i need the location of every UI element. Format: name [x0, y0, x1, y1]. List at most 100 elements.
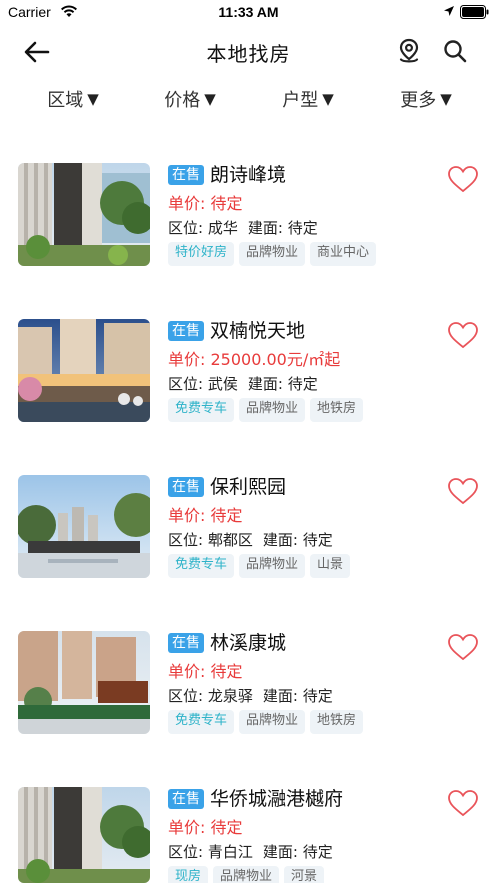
heart-icon: [448, 790, 478, 817]
filter-price[interactable]: 价格 ▼: [145, 84, 235, 114]
district-value: 龙泉驿: [207, 687, 253, 705]
district-label: 区位:: [168, 843, 204, 861]
sale-status-badge: 在售: [168, 477, 204, 497]
tag: 地铁房: [310, 710, 364, 734]
district-value: 郫都区: [207, 531, 253, 549]
sale-status-badge: 在售: [168, 321, 204, 341]
listing-name: 保利熙园: [210, 476, 287, 498]
info-row: 区位: 成华 建面: 待定: [168, 217, 318, 239]
tags-row: 特价好房 品牌物业 商业中心: [168, 242, 377, 266]
tag: 免费专车: [168, 398, 235, 422]
listing-name: 华侨城瀜港樾府: [210, 788, 344, 810]
listing-photo: [18, 163, 150, 266]
info-row: 区位: 龙泉驿 建面: 待定: [168, 685, 333, 707]
tag: 品牌物业: [239, 242, 306, 266]
tags-row: 免费专车 品牌物业 地铁房: [168, 710, 364, 734]
listing-photo: [18, 787, 150, 883]
district-label: 区位:: [168, 687, 204, 705]
district-label: 区位:: [168, 375, 204, 393]
district-value: 青白江: [207, 843, 253, 861]
listing-item[interactable]: 在售 朗诗峰境 单价: 待定 区位: 成华 建面: 待定 特价好房 品牌物业 商业…: [0, 163, 497, 283]
tag: 商业中心: [310, 242, 377, 266]
location-arrow-icon: [444, 6, 454, 16]
listing-photo: [18, 319, 150, 422]
tag: 品牌物业: [239, 710, 306, 734]
heart-icon: [448, 634, 478, 661]
nav-bar: 本地找房: [0, 30, 497, 74]
listing-photo: [18, 631, 150, 734]
sale-status-badge: 在售: [168, 789, 204, 809]
listing-item[interactable]: 在售 华侨城瀜港樾府 单价: 待定 区位: 青白江 建面: 待定 现房 品牌物业 …: [0, 787, 497, 883]
sale-status-badge: 在售: [168, 633, 204, 653]
heart-icon: [448, 478, 478, 505]
map-pin-icon: [399, 38, 419, 63]
map-button[interactable]: [394, 36, 424, 66]
filter-district[interactable]: 区域 ▼: [28, 84, 118, 114]
listing-name: 双楠悦天地: [210, 320, 306, 342]
filter-bar: 区域 ▼ 价格 ▼ 户型 ▼ 更多 ▼: [0, 84, 497, 114]
favorite-button[interactable]: [447, 789, 479, 817]
filter-more-label: 更多: [400, 90, 437, 111]
listing-name: 朗诗峰境: [210, 164, 287, 186]
caret-down-icon: ▼: [440, 90, 452, 108]
tag: 地铁房: [310, 398, 364, 422]
area-label: 建面:: [247, 375, 283, 393]
tag: 现房: [168, 866, 209, 883]
listing-photo: [18, 475, 150, 578]
favorite-button[interactable]: [447, 477, 479, 505]
listing-item[interactable]: 在售 双楠悦天地 单价: 25000.00元/㎡起 区位: 武侯 建面: 待定 免…: [0, 319, 497, 439]
favorite-button[interactable]: [447, 165, 479, 193]
listing-item[interactable]: 在售 林溪康城 单价: 待定 区位: 龙泉驿 建面: 待定 免费专车 品牌物业 地…: [0, 631, 497, 751]
tag: 特价好房: [168, 242, 235, 266]
area-value: 待定: [287, 219, 318, 237]
listing-item[interactable]: 在售 保利熙园 单价: 待定 区位: 郫都区 建面: 待定 免费专车 品牌物业 山…: [0, 475, 497, 595]
tag: 山景: [310, 554, 351, 578]
price-row: 单价: 待定: [168, 661, 243, 683]
area-value: 待定: [302, 843, 333, 861]
heart-icon: [448, 166, 478, 193]
tag: 品牌物业: [239, 554, 306, 578]
status-time: 11:33 AM: [218, 4, 279, 20]
tag: 品牌物业: [213, 866, 280, 883]
area-label: 建面:: [247, 219, 283, 237]
price-row: 单价: 待定: [168, 193, 243, 215]
filter-price-label: 价格: [164, 90, 201, 111]
filter-layout-label: 户型: [282, 90, 319, 111]
price-row: 单价: 待定: [168, 505, 243, 527]
filter-more[interactable]: 更多 ▼: [381, 84, 471, 114]
area-label: 建面:: [262, 843, 298, 861]
listing-name: 林溪康城: [210, 632, 287, 654]
search-button[interactable]: [440, 36, 470, 66]
price-value: 待定: [210, 194, 243, 213]
favorite-button[interactable]: [447, 633, 479, 661]
favorite-button[interactable]: [447, 321, 479, 349]
price-label: 单价:: [168, 194, 206, 213]
caret-down-icon: ▼: [204, 90, 216, 108]
area-value: 待定: [287, 375, 318, 393]
price-value: 待定: [210, 818, 243, 837]
filter-district-label: 区域: [47, 90, 84, 111]
price-row: 单价: 待定: [168, 817, 243, 839]
info-row: 区位: 青白江 建面: 待定: [168, 841, 333, 863]
price-value: 待定: [210, 506, 243, 525]
tag: 品牌物业: [239, 398, 306, 422]
filter-layout[interactable]: 户型 ▼: [263, 84, 353, 114]
tags-row: 现房 品牌物业 河景: [168, 866, 325, 883]
tags-row: 免费专车 品牌物业 地铁房: [168, 398, 364, 422]
price-row: 单价: 25000.00元/㎡起: [168, 349, 340, 371]
price-value: 25000.00元/㎡起: [210, 350, 341, 369]
battery-icon: [460, 5, 489, 19]
tag: 河景: [284, 866, 325, 883]
area-value: 待定: [302, 531, 333, 549]
sale-status-badge: 在售: [168, 165, 204, 185]
caret-down-icon: ▼: [322, 90, 334, 108]
tag: 免费专车: [168, 554, 235, 578]
price-label: 单价:: [168, 506, 206, 525]
tags-row: 免费专车 品牌物业 山景: [168, 554, 351, 578]
status-bar: Carrier 11:33 AM: [0, 0, 497, 26]
price-value: 待定: [210, 662, 243, 681]
price-label: 单价:: [168, 662, 206, 681]
district-label: 区位:: [168, 219, 204, 237]
caret-down-icon: ▼: [87, 90, 99, 108]
district-value: 成华: [207, 219, 238, 237]
